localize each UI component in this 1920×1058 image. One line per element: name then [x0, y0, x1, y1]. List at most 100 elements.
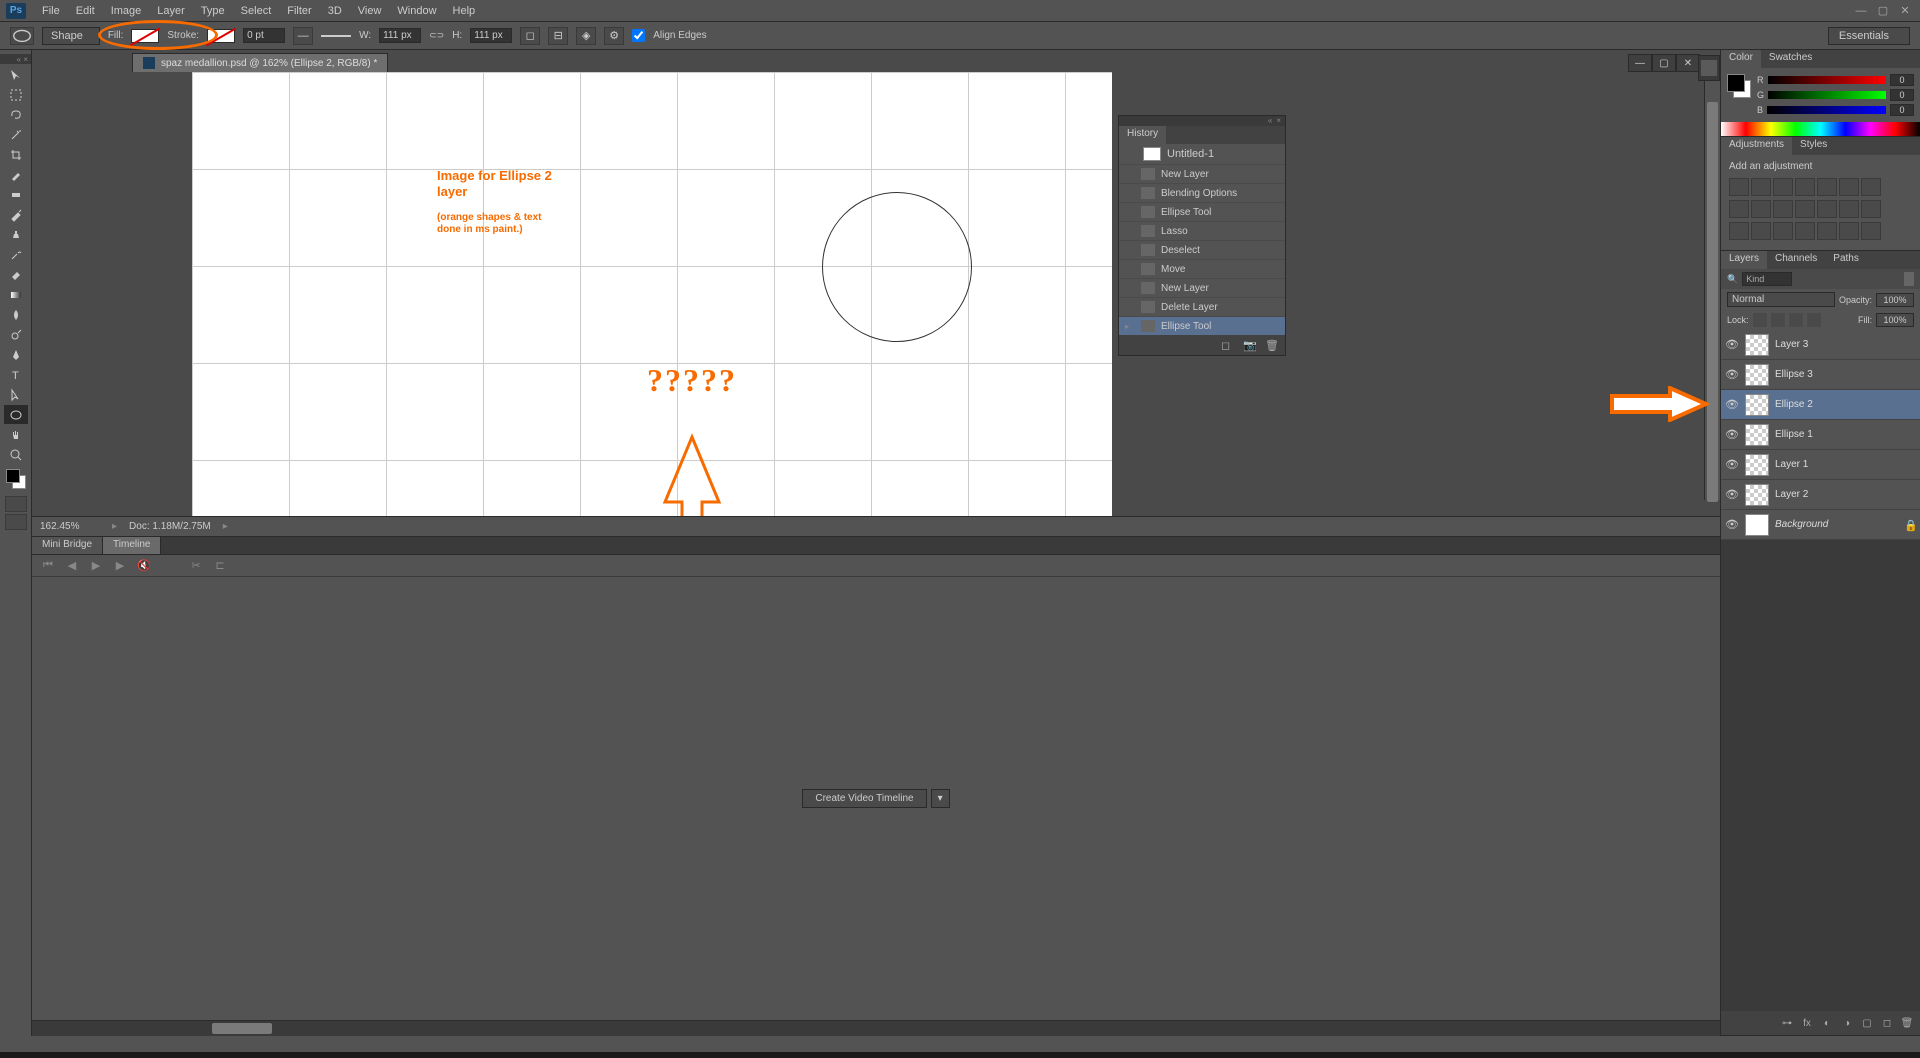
- opacity-value[interactable]: 100%: [1876, 293, 1914, 307]
- timeline-play[interactable]: ▶: [88, 558, 104, 572]
- menu-help[interactable]: Help: [445, 2, 484, 20]
- eyedropper-tool[interactable]: [4, 165, 28, 184]
- adj-icon-4[interactable]: [1795, 222, 1815, 240]
- document-tab[interactable]: spaz medallion.psd @ 162% (Ellipse 2, RG…: [132, 53, 388, 72]
- layer-mask-icon[interactable]: ◐: [1820, 1016, 1834, 1030]
- clone-stamp-tool[interactable]: [4, 225, 28, 244]
- g-slider[interactable]: [1768, 91, 1886, 99]
- hand-tool[interactable]: [4, 425, 28, 444]
- timeline-first-frame[interactable]: ⏮: [40, 558, 56, 572]
- path-ops-button[interactable]: ◻: [520, 27, 540, 45]
- filter-pixel-icon[interactable]: [1796, 272, 1810, 286]
- foreground-background-swatch[interactable]: [6, 469, 26, 489]
- layer-name[interactable]: Ellipse 3: [1775, 369, 1813, 380]
- create-snapshot-icon[interactable]: 📷: [1243, 339, 1257, 351]
- tab-history[interactable]: History: [1119, 126, 1166, 144]
- channel-mixer-icon[interactable]: [1773, 200, 1793, 218]
- layer-filter-dropdown[interactable]: Kind: [1742, 272, 1792, 286]
- layer-name[interactable]: Ellipse 2: [1775, 399, 1813, 410]
- gear-icon[interactable]: ⚙: [604, 27, 624, 45]
- move-tool[interactable]: [4, 65, 28, 84]
- filter-shape-icon[interactable]: [1850, 272, 1864, 286]
- tab-swatches[interactable]: Swatches: [1761, 50, 1820, 68]
- r-value[interactable]: 0: [1890, 74, 1914, 86]
- vertical-scrollbar[interactable]: [1704, 72, 1720, 500]
- history-item[interactable]: Blending Options: [1119, 183, 1285, 202]
- history-item[interactable]: Delete Layer: [1119, 297, 1285, 316]
- color-spectrum[interactable]: [1721, 122, 1920, 136]
- menu-3d[interactable]: 3D: [320, 2, 350, 20]
- layer-item[interactable]: 👁 Layer 2: [1721, 480, 1920, 510]
- menu-edit[interactable]: Edit: [68, 2, 103, 20]
- toolbar-collapse[interactable]: « ×: [0, 54, 31, 64]
- gradient-tool[interactable]: [4, 285, 28, 304]
- lock-transparency-icon[interactable]: [1753, 313, 1767, 327]
- timeline-next-frame[interactable]: ▶: [112, 558, 128, 572]
- layer-thumbnail[interactable]: [1745, 484, 1769, 506]
- color-preview-swatch[interactable]: [1727, 74, 1751, 98]
- layer-name[interactable]: Layer 1: [1775, 459, 1808, 470]
- brush-tool[interactable]: [4, 205, 28, 224]
- layer-thumbnail[interactable]: [1745, 424, 1769, 446]
- doc-minimize-button[interactable]: —: [1628, 54, 1652, 72]
- tab-timeline[interactable]: Timeline: [103, 537, 161, 554]
- stroke-swatch[interactable]: [207, 29, 235, 43]
- layer-style-icon[interactable]: fx: [1800, 1016, 1814, 1030]
- new-fill-layer-icon[interactable]: ◑: [1840, 1016, 1854, 1030]
- invert-icon[interactable]: [1817, 200, 1837, 218]
- lock-position-icon[interactable]: [1789, 313, 1803, 327]
- delete-state-icon[interactable]: 🗑: [1265, 339, 1279, 351]
- horizontal-scrollbar[interactable]: [32, 1020, 1720, 1036]
- history-item[interactable]: Ellipse Tool: [1119, 202, 1285, 221]
- timeline-split[interactable]: ✂: [188, 558, 204, 572]
- align-edges-checkbox[interactable]: [632, 29, 645, 42]
- history-item[interactable]: Lasso: [1119, 221, 1285, 240]
- hue-sat-icon[interactable]: [1839, 178, 1859, 196]
- create-document-from-state-icon[interactable]: ◻: [1221, 339, 1235, 351]
- layer-visibility-icon[interactable]: 👁: [1725, 338, 1739, 352]
- layer-name[interactable]: Layer 2: [1775, 489, 1808, 500]
- new-layer-icon[interactable]: ◻: [1880, 1016, 1894, 1030]
- stroke-style-dropdown[interactable]: —: [293, 27, 313, 45]
- healing-brush-tool[interactable]: [4, 185, 28, 204]
- color-balance-icon[interactable]: [1861, 178, 1881, 196]
- quick-mask-button[interactable]: [5, 496, 27, 512]
- history-close-icon[interactable]: ×: [1276, 116, 1281, 126]
- history-item[interactable]: New Layer: [1119, 164, 1285, 183]
- b-value[interactable]: 0: [1890, 104, 1914, 116]
- link-wh-icon[interactable]: ⊂⊃: [429, 30, 444, 41]
- history-panel[interactable]: «× History Untitled-1 New LayerBlending …: [1118, 115, 1286, 356]
- threshold-icon[interactable]: [1861, 200, 1881, 218]
- magic-wand-tool[interactable]: [4, 125, 28, 144]
- menu-file[interactable]: File: [34, 2, 68, 20]
- b-slider[interactable]: [1767, 106, 1886, 114]
- menu-window[interactable]: Window: [389, 2, 444, 20]
- tab-color[interactable]: Color: [1721, 50, 1761, 68]
- width-input[interactable]: 111 px: [379, 28, 421, 43]
- layer-visibility-icon[interactable]: 👁: [1725, 518, 1739, 532]
- timeline-transition[interactable]: ⊏: [212, 558, 228, 572]
- layer-visibility-icon[interactable]: 👁: [1725, 458, 1739, 472]
- tab-styles[interactable]: Styles: [1792, 137, 1835, 155]
- lock-pixels-icon[interactable]: [1771, 313, 1785, 327]
- dodge-tool[interactable]: [4, 325, 28, 344]
- foreground-color[interactable]: [6, 469, 20, 483]
- lookup-icon[interactable]: [1795, 200, 1815, 218]
- tab-mini-bridge[interactable]: Mini Bridge: [32, 537, 103, 554]
- tab-paths[interactable]: Paths: [1825, 251, 1867, 269]
- filter-toggle[interactable]: [1904, 272, 1914, 286]
- history-item[interactable]: Move: [1119, 259, 1285, 278]
- brightness-contrast-icon[interactable]: [1729, 178, 1749, 196]
- path-selection-tool[interactable]: [4, 385, 28, 404]
- canvas-viewport[interactable]: Image for Ellipse 2 layer (orange shapes…: [32, 72, 1720, 516]
- curves-icon[interactable]: [1773, 178, 1793, 196]
- create-video-timeline-button[interactable]: Create Video Timeline: [802, 789, 926, 808]
- history-snapshot[interactable]: Untitled-1: [1119, 144, 1285, 164]
- photo-filter-icon[interactable]: [1751, 200, 1771, 218]
- window-maximize-button[interactable]: ▢: [1874, 4, 1892, 18]
- crop-tool[interactable]: [4, 145, 28, 164]
- tab-adjustments[interactable]: Adjustments: [1721, 137, 1792, 155]
- stroke-width-input[interactable]: 0 pt: [243, 28, 285, 43]
- menu-filter[interactable]: Filter: [279, 2, 319, 20]
- link-layers-icon[interactable]: ⊶: [1780, 1016, 1794, 1030]
